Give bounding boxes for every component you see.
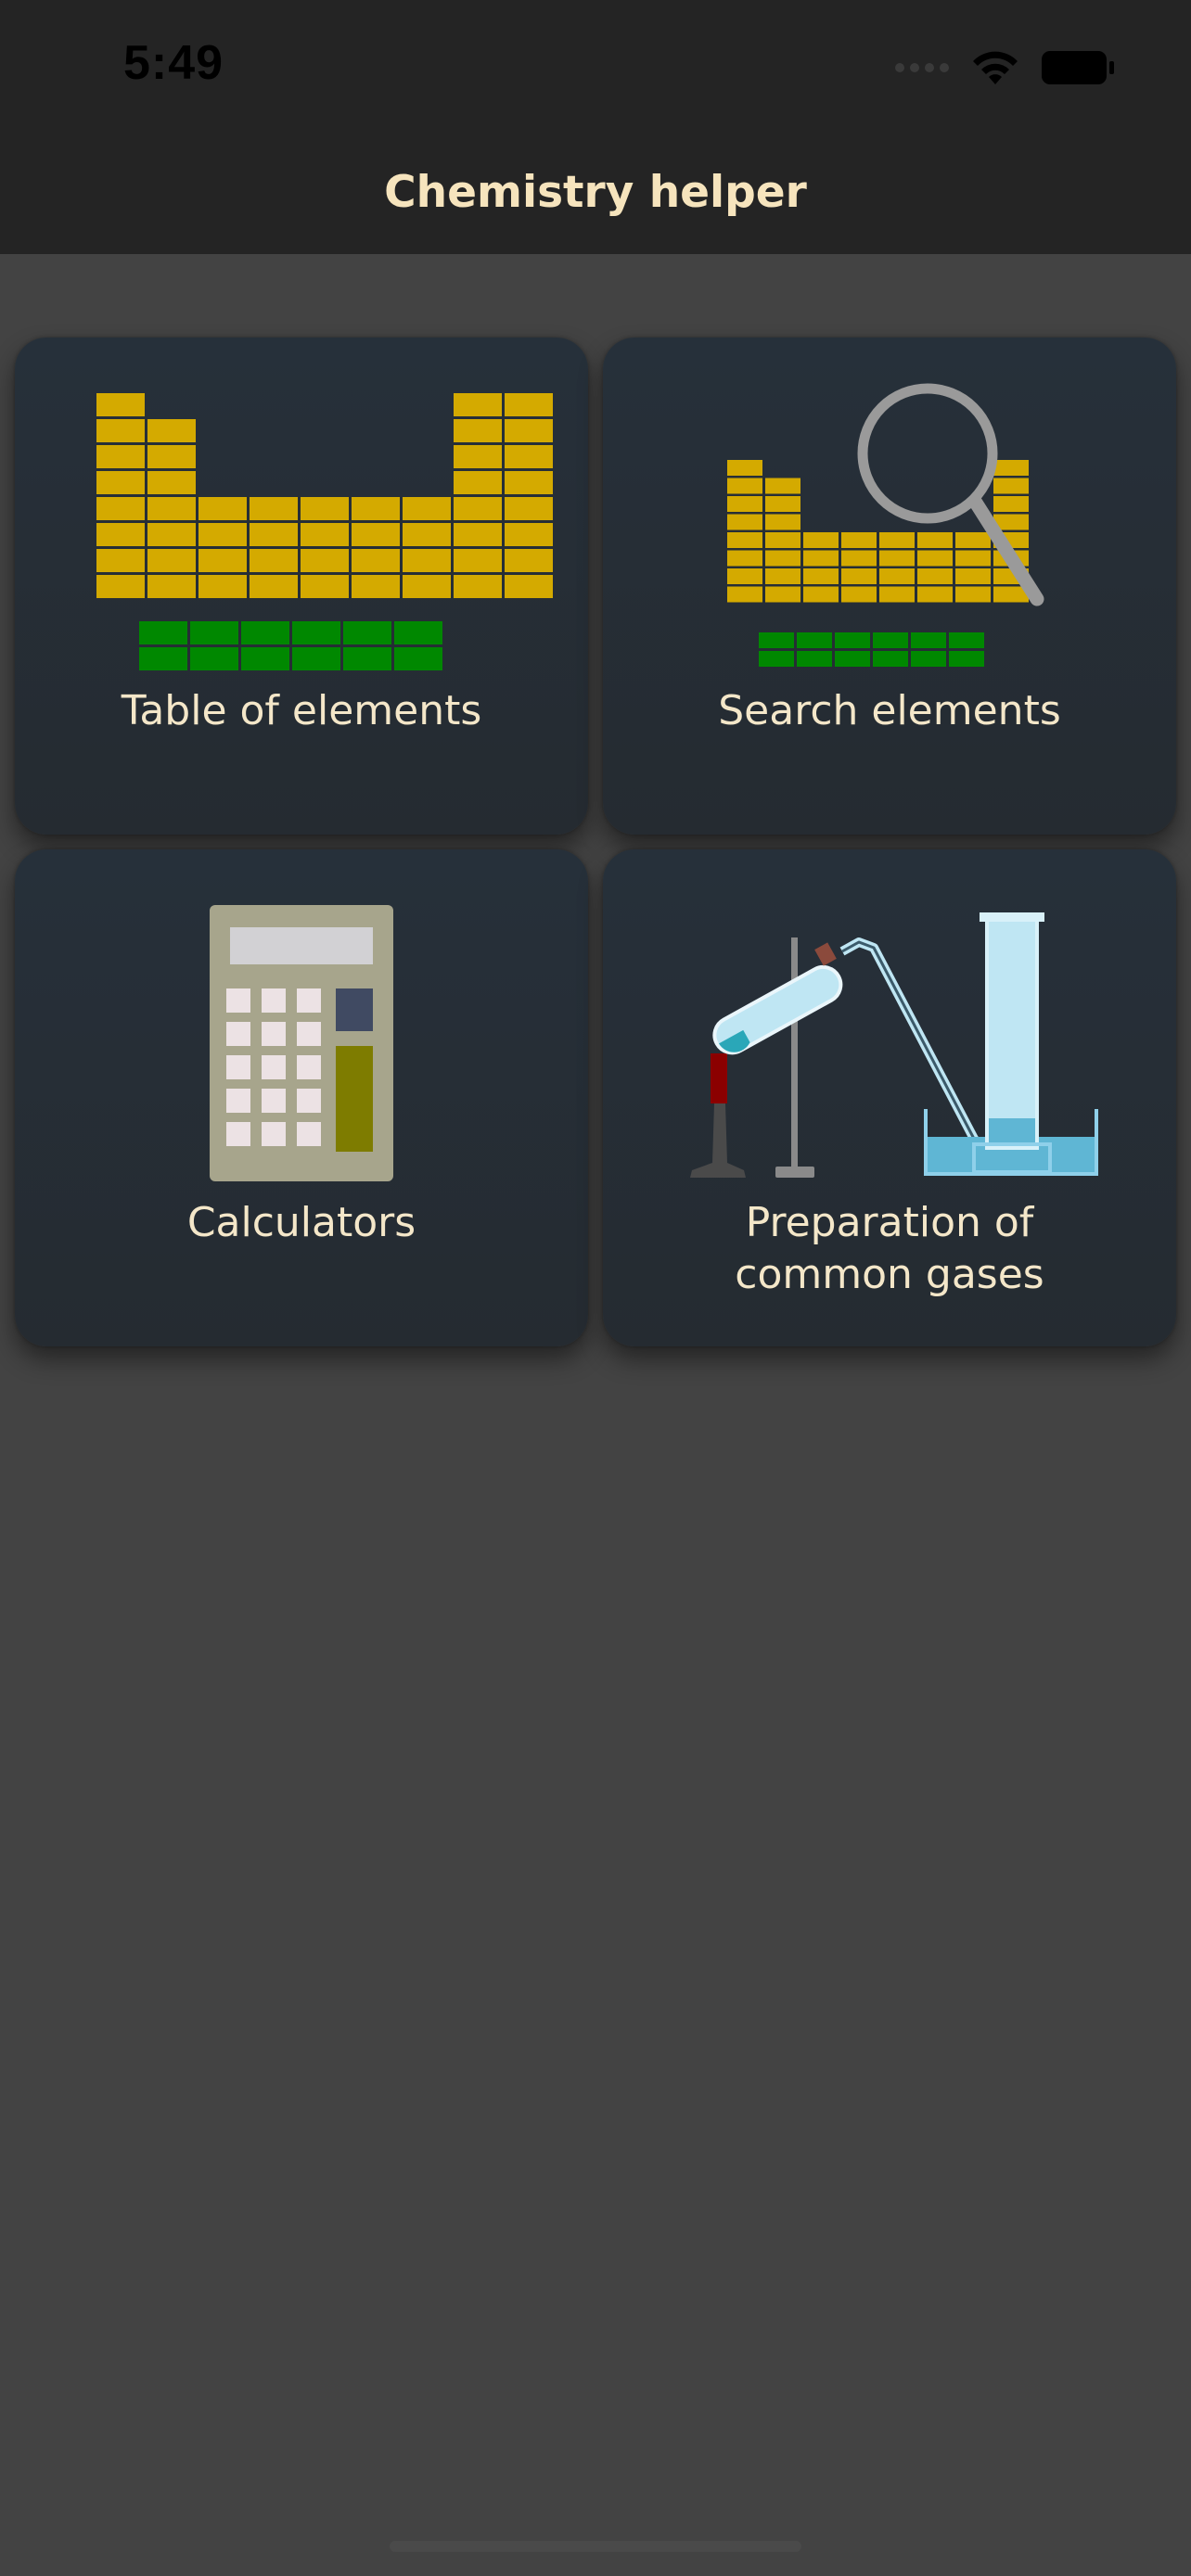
search-elements-card[interactable]: Search elements bbox=[603, 338, 1176, 835]
status-time: 5:49 bbox=[123, 36, 224, 90]
table-of-elements-card[interactable]: Table of elements bbox=[15, 338, 588, 835]
status-icons bbox=[894, 46, 1115, 89]
card-label-line-2: common gases bbox=[735, 1251, 1044, 1298]
page-title: Chemistry helper bbox=[384, 167, 807, 218]
card-label: Table of elements bbox=[121, 687, 482, 734]
signal-icon bbox=[895, 63, 949, 72]
card-label: Search elements bbox=[718, 687, 1061, 734]
battery-icon bbox=[1042, 51, 1114, 84]
home-indicator bbox=[390, 2541, 801, 2552]
nav-bar: Chemistry helper bbox=[0, 139, 1191, 254]
status-bar: 5:49 bbox=[0, 0, 1191, 139]
calculators-card[interactable]: Calculators bbox=[15, 849, 588, 1346]
wifi-icon bbox=[973, 51, 1018, 84]
periodic-table-icon bbox=[96, 393, 553, 670]
card-label: Calculators bbox=[186, 1199, 416, 1246]
search-elements-icon bbox=[727, 383, 1044, 667]
calculator-icon bbox=[210, 905, 393, 1181]
card-label-line-1: Preparation of bbox=[745, 1199, 1034, 1246]
gas-apparatus-icon bbox=[690, 912, 1098, 1178]
preparation-of-gases-card[interactable]: Preparation of common gases bbox=[603, 849, 1176, 1346]
